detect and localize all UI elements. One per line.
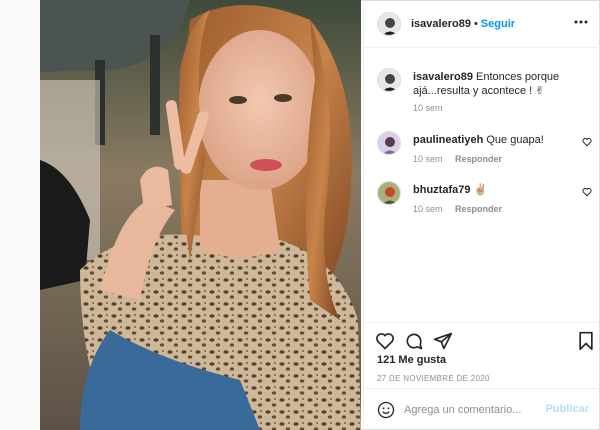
comment-text: ✌🏼 [473, 184, 488, 196]
reply-button[interactable]: Responder [455, 154, 502, 164]
post-photo[interactable] [40, 0, 361, 430]
page-background-left [0, 0, 40, 430]
selfie-image [40, 0, 361, 430]
add-comment-bar: Publicar [364, 388, 600, 430]
likes-count[interactable]: 121 Me gusta [377, 354, 446, 366]
comment-input[interactable] [404, 399, 544, 421]
like-comment-heart-icon[interactable] [582, 137, 592, 147]
like-heart-icon[interactable] [375, 331, 395, 351]
comment-text: Que guapa! [486, 134, 544, 146]
like-comment-heart-icon[interactable] [582, 187, 592, 197]
avatar[interactable] [377, 131, 401, 155]
post-header: isavalero89 • Seguir [364, 0, 600, 48]
separator-dot: • [473, 17, 478, 30]
share-paper-plane-icon[interactable] [433, 331, 453, 351]
publish-button[interactable]: Publicar [546, 403, 589, 415]
avatar[interactable] [377, 11, 401, 36]
comment-time[interactable]: 10 sem [413, 154, 443, 164]
save-bookmark-icon[interactable] [576, 331, 596, 351]
profile-photo-icon [378, 69, 400, 91]
comment-meta: 10 sem [413, 103, 443, 113]
comment-time[interactable]: 10 sem [413, 204, 443, 214]
comment-username[interactable]: isavalero89 [413, 71, 473, 83]
comment-meta: 10 sem Responder [413, 154, 502, 164]
avatar[interactable] [377, 68, 401, 92]
post-username[interactable]: isavalero89 [411, 18, 471, 30]
post-date[interactable]: 27 DE NOVIEMBRE DE 2020 [377, 374, 490, 383]
comment-time[interactable]: 10 sem [413, 103, 443, 113]
reply-button[interactable]: Responder [455, 204, 502, 214]
more-options-icon[interactable] [573, 14, 589, 30]
comment-body: bhuztafa79 ✌🏼 [413, 183, 578, 197]
profile-photo-icon [378, 132, 400, 154]
comment-username[interactable]: bhuztafa79 [413, 184, 470, 196]
comments-list: isavalero89 Entonces porque ajá...result… [364, 48, 600, 322]
profile-photo-icon [378, 12, 400, 35]
profile-photo-icon [378, 182, 400, 204]
post-actions: 121 Me gusta 27 DE NOVIEMBRE DE 2020 [364, 322, 600, 386]
comment-meta: 10 sem Responder [413, 204, 502, 214]
emoji-smiley-icon[interactable] [376, 400, 396, 420]
comment-username[interactable]: paulineatiyeh [413, 134, 483, 146]
comment-body: paulineatiyeh Que guapa! [413, 133, 578, 147]
post-sidebar: isavalero89 • Seguir isavalero89 Entonce… [363, 0, 600, 430]
comment-body: isavalero89 Entonces porque ajá...result… [413, 70, 578, 98]
comment-bubble-icon[interactable] [404, 331, 424, 351]
follow-button[interactable]: Seguir [481, 18, 515, 30]
avatar[interactable] [377, 181, 401, 205]
